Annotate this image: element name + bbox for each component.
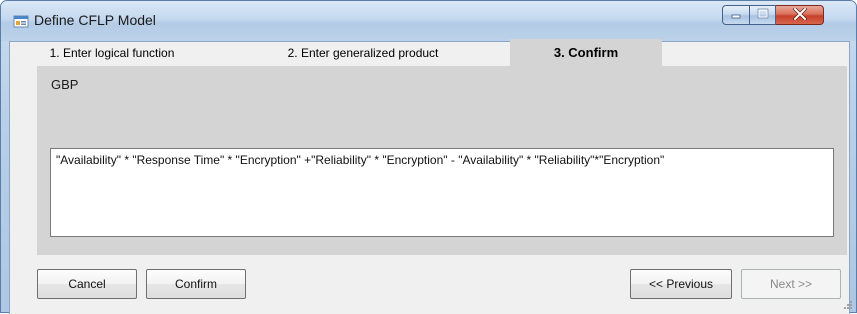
maximize-button[interactable] <box>750 5 776 25</box>
confirm-button[interactable]: Confirm <box>146 269 246 299</box>
window-title: Define CFLP Model <box>34 12 156 28</box>
caption-buttons <box>722 5 824 25</box>
form-window-icon[interactable] <box>13 13 29 29</box>
dialog-window: Define CFLP Model 1. Enter logical funct… <box>0 0 857 314</box>
gbp-expression-textbox[interactable]: "Availability" * "Response Time" * "Encr… <box>50 148 834 237</box>
next-button: Next >> <box>741 269 841 299</box>
minimize-button[interactable] <box>722 5 750 25</box>
tab-enter-logical-function[interactable]: 1. Enter logical function <box>29 39 195 66</box>
previous-button[interactable]: << Previous <box>630 269 732 299</box>
cancel-button[interactable]: Cancel <box>37 269 137 299</box>
resize-grip-icon[interactable] <box>843 299 853 309</box>
tab-enter-generalized-product[interactable]: 2. Enter generalized product <box>255 39 471 66</box>
minimize-icon <box>730 8 742 22</box>
close-button[interactable] <box>776 5 824 25</box>
title-bar[interactable]: Define CFLP Model <box>1 1 856 41</box>
gbp-label: GBP <box>51 77 79 92</box>
maximize-icon <box>757 8 769 22</box>
close-icon <box>792 6 807 23</box>
tab-confirm[interactable]: 3. Confirm <box>510 39 662 66</box>
